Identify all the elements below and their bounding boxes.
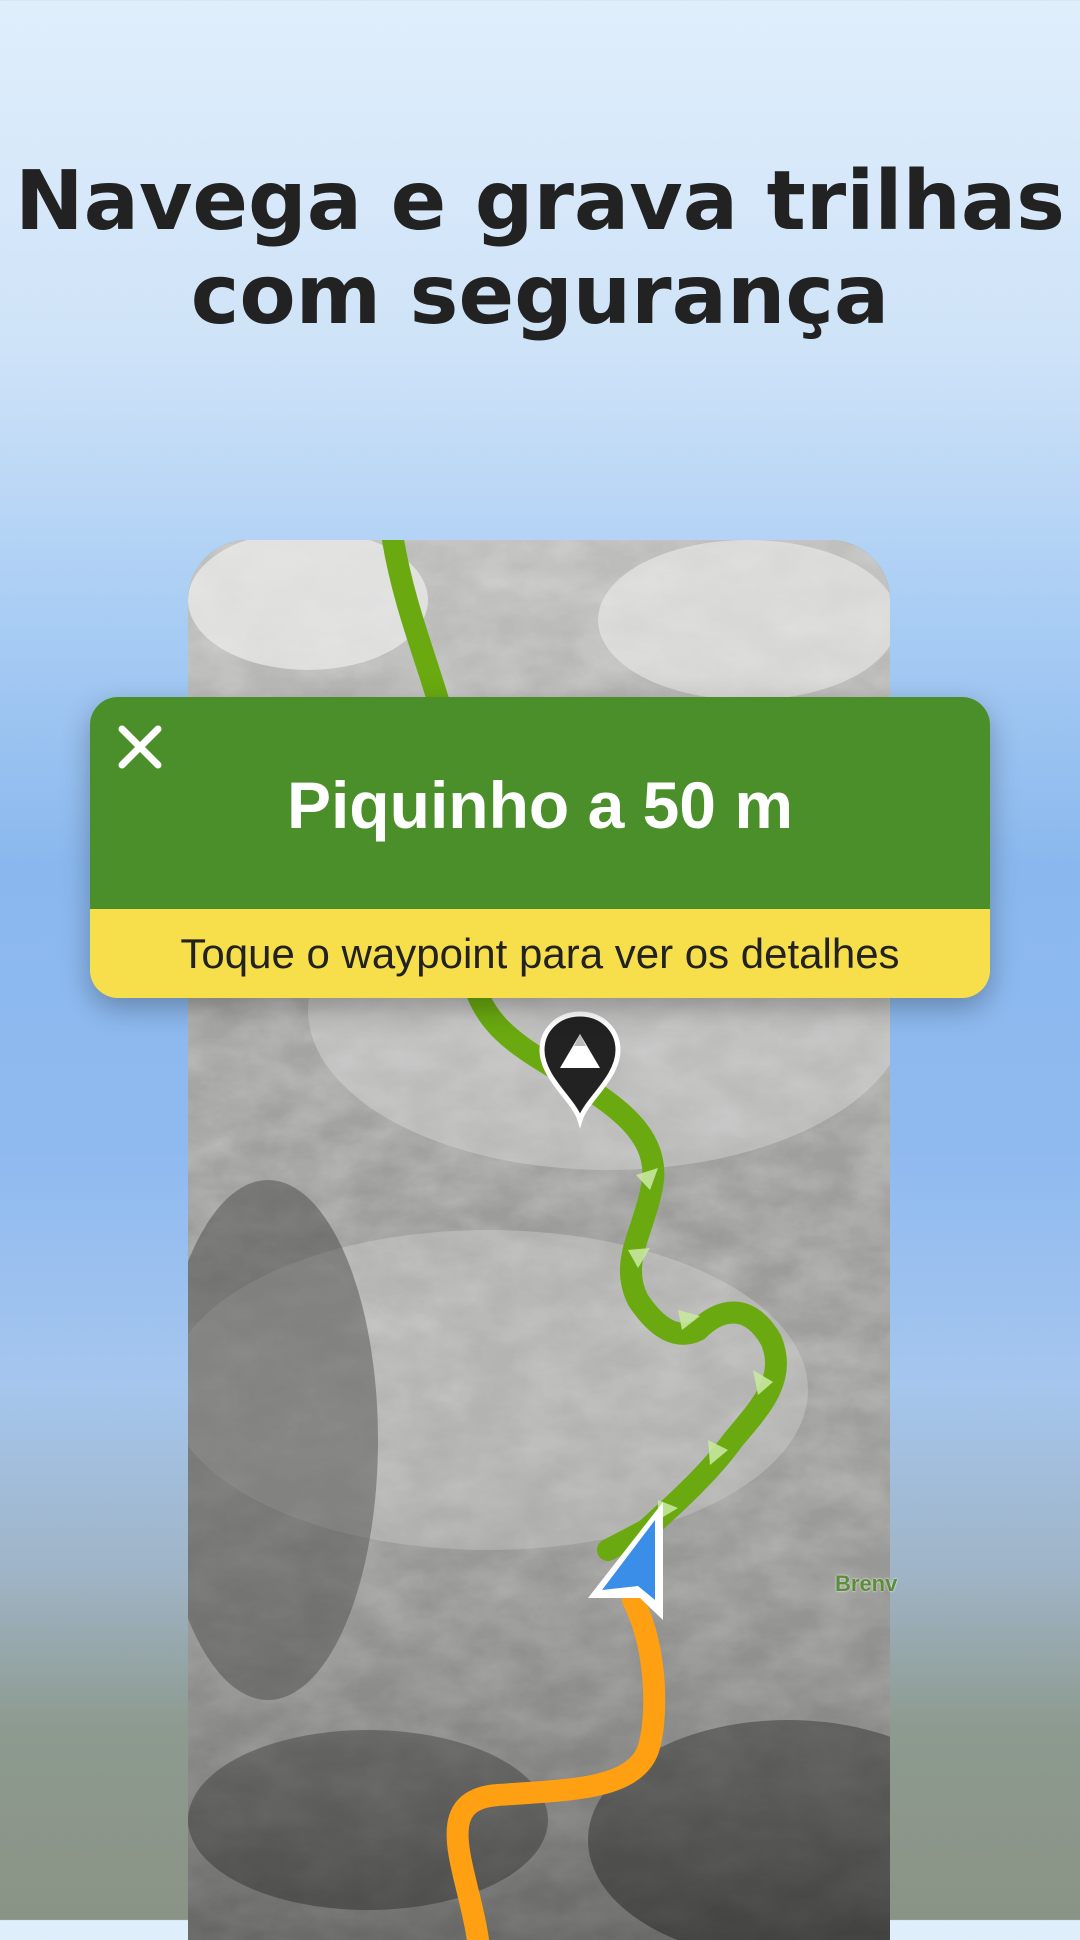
banner-header: Piquinho a 50 m: [90, 697, 990, 909]
banner-hint[interactable]: Toque o waypoint para ver os detalhes: [90, 909, 990, 998]
banner-subtitle: Toque o waypoint para ver os detalhes: [180, 930, 900, 977]
headline: Navega e grava trilhas com segurança: [0, 155, 1080, 343]
map-place-label: Brenv: [835, 1571, 898, 1596]
banner-title: Piquinho a 50 m: [286, 768, 794, 842]
waypoint-alert-banner[interactable]: Piquinho a 50 m Toque o waypoint para ve…: [90, 697, 990, 998]
headline-line-1: Navega e grava trilhas: [15, 154, 1065, 249]
headline-line-2: com segurança: [190, 248, 890, 343]
